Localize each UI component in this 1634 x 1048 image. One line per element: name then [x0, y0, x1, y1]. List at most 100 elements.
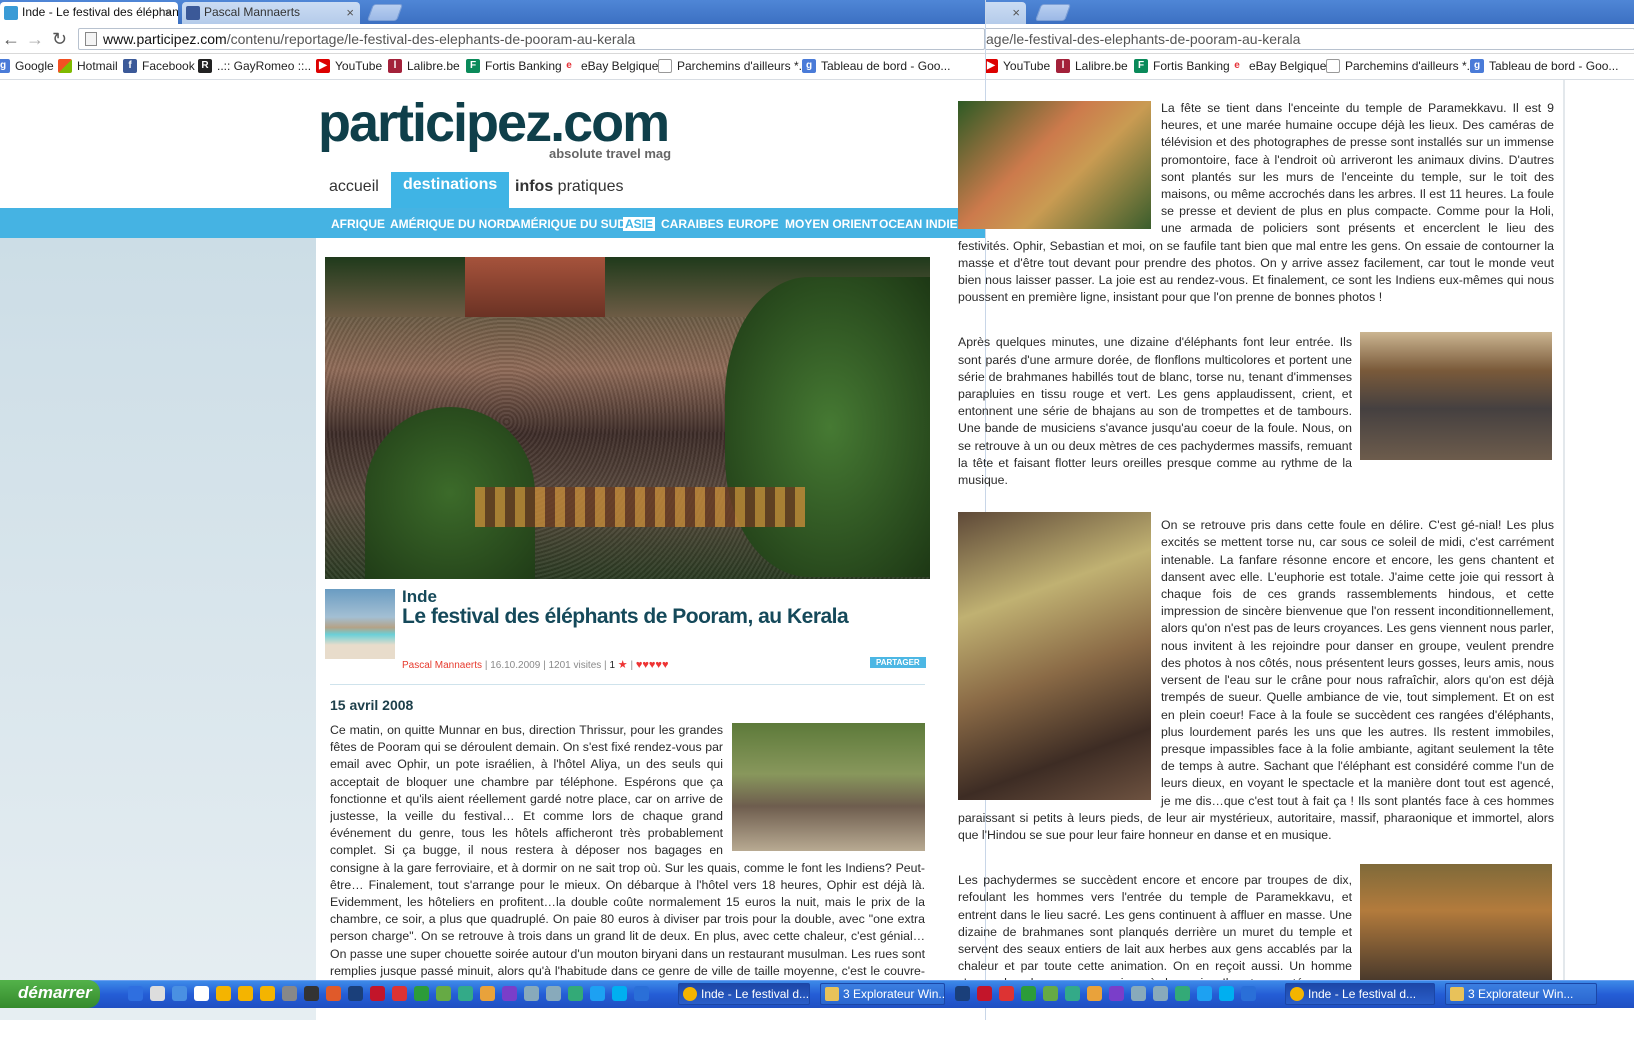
- bookmark-google[interactable]: g Google: [0, 59, 54, 73]
- app-icon[interactable]: [1131, 986, 1146, 1001]
- bookmark-tableau[interactable]: g Tableau de bord - Goo...: [1470, 59, 1618, 73]
- region-amerique-sud[interactable]: AMÉRIQUE DU SUD: [512, 217, 626, 231]
- bookmark-youtube[interactable]: ▶ YouTube: [986, 59, 1050, 73]
- excel-icon[interactable]: [1021, 986, 1036, 1001]
- page-icon: [85, 32, 97, 46]
- app-icon[interactable]: [1087, 986, 1102, 1001]
- nav-infos-pratiques[interactable]: infos pratiques: [515, 178, 623, 196]
- skype-icon[interactable]: [612, 986, 627, 1001]
- bookmark-ebay[interactable]: e eBay Belgique: [1230, 59, 1326, 73]
- nav-destinations[interactable]: destinations: [391, 172, 510, 208]
- app-icon[interactable]: [1043, 986, 1058, 1001]
- app-icon[interactable]: [1153, 986, 1168, 1001]
- site-logo[interactable]: participez.com: [318, 92, 670, 154]
- new-tab-button[interactable]: [1034, 4, 1072, 21]
- region-asie[interactable]: ASIE: [623, 217, 656, 231]
- tab-strip: Inde - Le festival des éléphan × Pascal …: [0, 0, 985, 24]
- fortis-icon: F: [1134, 59, 1148, 73]
- reload-icon[interactable]: ↻: [52, 29, 67, 49]
- bookmark-facebook[interactable]: f Facebook: [123, 59, 195, 73]
- region-caraibes[interactable]: CARAIBES: [661, 217, 724, 231]
- app-icon[interactable]: [436, 986, 451, 1001]
- bookmark-ebay[interactable]: e eBay Belgique: [562, 59, 658, 73]
- app-icon[interactable]: [326, 986, 341, 1001]
- app-icon[interactable]: [1065, 986, 1080, 1001]
- taskbar-chrome-window[interactable]: Inde - Le festival d...: [1285, 983, 1435, 1005]
- tab-partial[interactable]: ×: [986, 2, 1026, 24]
- bookmark-tableau[interactable]: g Tableau de bord - Goo...: [802, 59, 950, 73]
- chrome-icon: [1290, 987, 1304, 1001]
- share-button[interactable]: PARTAGER: [870, 657, 926, 668]
- taskbar-chrome-window[interactable]: Inde - Le festival d...: [678, 983, 810, 1005]
- close-tab-icon[interactable]: ×: [346, 2, 354, 23]
- address-bar[interactable]: www.participez.com/contenu/reportage/le-…: [78, 28, 985, 50]
- close-tab-icon[interactable]: ×: [1012, 2, 1020, 23]
- bookmark-hotmail[interactable]: Hotmail: [58, 59, 118, 73]
- address-bar[interactable]: age/le-festival-des-elephants-de-pooram-…: [986, 28, 1634, 50]
- bookmark-fortis[interactable]: F Fortis Banking: [1134, 59, 1230, 73]
- pdf-icon[interactable]: [370, 986, 385, 1001]
- bookmark-lalibre[interactable]: l Lalibre.be: [1056, 59, 1128, 73]
- bookmark-youtube[interactable]: ▶ YouTube: [316, 59, 382, 73]
- app-icon[interactable]: [1197, 986, 1212, 1001]
- region-amerique-nord[interactable]: AMÉRIQUE DU NORD: [390, 217, 514, 231]
- chrome-icon[interactable]: [260, 986, 275, 1001]
- tab-pascal[interactable]: Pascal Mannaerts ×: [182, 2, 360, 24]
- app-icon[interactable]: [1241, 986, 1256, 1001]
- app-icon[interactable]: [282, 986, 297, 1001]
- ebay-icon: e: [562, 59, 576, 73]
- download-icon[interactable]: [999, 986, 1014, 1001]
- globe-icon[interactable]: [568, 986, 583, 1001]
- taskbar-explorer-window[interactable]: 3 Explorateur Win...: [1445, 983, 1597, 1005]
- hero-image-festival-crowd: [325, 257, 930, 579]
- app-icon[interactable]: [1109, 986, 1124, 1001]
- page-icon: [1326, 59, 1340, 73]
- scroll-edge: [1563, 80, 1565, 980]
- rating-hearts-icon[interactable]: ♥♥♥♥♥: [636, 659, 669, 671]
- app-icon[interactable]: [546, 986, 561, 1001]
- app-icon[interactable]: [524, 986, 539, 1001]
- nav-accueil[interactable]: accueil: [329, 178, 379, 196]
- photoshop-icon[interactable]: [348, 986, 363, 1001]
- app-icon[interactable]: [502, 986, 517, 1001]
- chrome-icon[interactable]: [216, 986, 231, 1001]
- region-moyen-orient[interactable]: MOYEN ORIENT: [785, 217, 878, 231]
- skype-icon[interactable]: [1219, 986, 1234, 1001]
- pdf-icon[interactable]: [977, 986, 992, 1001]
- app-icon[interactable]: [590, 986, 605, 1001]
- app-icon[interactable]: [458, 986, 473, 1001]
- app-icon[interactable]: [194, 986, 209, 1001]
- printer-icon[interactable]: [150, 986, 165, 1001]
- photoshop-icon[interactable]: [955, 986, 970, 1001]
- youtube-icon: ▶: [316, 59, 330, 73]
- excel-icon[interactable]: [414, 986, 429, 1001]
- forward-arrow-icon[interactable]: →: [26, 29, 44, 49]
- region-bar: AFRIQUE AMÉRIQUE DU NORD AMÉRIQUE DU SUD…: [0, 208, 985, 238]
- app-icon[interactable]: [634, 986, 649, 1001]
- bookmark-lalibre[interactable]: l Lalibre.be: [388, 59, 460, 73]
- region-ocean-indien[interactable]: OCEAN INDIEN: [879, 217, 966, 231]
- youtube-icon: ▶: [986, 59, 998, 73]
- author-link[interactable]: Pascal Mannaerts: [402, 660, 482, 671]
- bookmark-parchemins[interactable]: Parchemins d'ailleurs *...: [658, 59, 809, 73]
- chrome-icon[interactable]: [238, 986, 253, 1001]
- download-icon[interactable]: [392, 986, 407, 1001]
- app-icon[interactable]: [480, 986, 495, 1001]
- start-button[interactable]: démarrer: [0, 980, 100, 1008]
- author-avatar[interactable]: [325, 589, 395, 659]
- left-browser-window: Inde - Le festival des éléphan × Pascal …: [0, 0, 985, 1020]
- globe-icon[interactable]: [1175, 986, 1190, 1001]
- bookmark-gayromeo[interactable]: R..:: GayRomeo ::..: [198, 59, 311, 73]
- bookmark-fortis[interactable]: F Fortis Banking: [466, 59, 562, 73]
- tab-active[interactable]: Inde - Le festival des éléphan ×: [0, 2, 178, 24]
- desktop-icon[interactable]: [128, 986, 143, 1001]
- back-arrow-icon[interactable]: ←: [2, 29, 20, 49]
- new-tab-button[interactable]: [366, 4, 404, 21]
- word-icon[interactable]: [172, 986, 187, 1001]
- lightroom-icon[interactable]: [304, 986, 319, 1001]
- region-afrique[interactable]: AFRIQUE: [331, 217, 385, 231]
- taskbar-explorer-window[interactable]: 3 Explorateur Win...: [820, 983, 945, 1005]
- bookmark-parchemins[interactable]: Parchemins d'ailleurs *...: [1326, 59, 1477, 73]
- close-tab-icon[interactable]: ×: [164, 2, 172, 23]
- region-europe[interactable]: EUROPE: [728, 217, 779, 231]
